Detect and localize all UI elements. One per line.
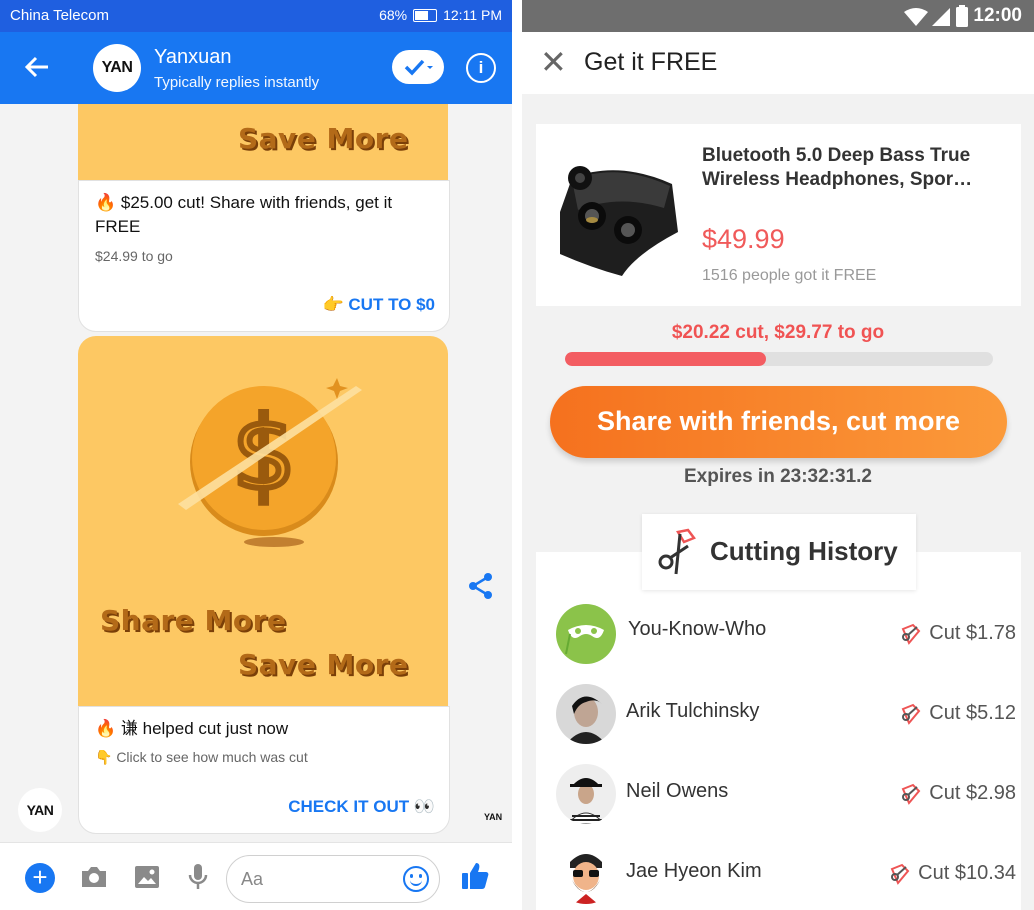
promo-text-share: Share More [100,604,287,637]
avatar [556,844,616,904]
battery-icon [413,8,438,22]
get-it-free-screen: 12:00 ✕ Get it FREE Bluetooth 5.0 Deep B… [522,0,1034,910]
message-card-2[interactable]: 🔥 谦 helped cut just now 👇 Click to see h… [78,706,450,834]
message-card-1[interactable]: 🔥 $25.00 cut! Share with friends, get it… [78,180,450,332]
close-icon[interactable]: ✕ [540,46,567,78]
status-time: 12:00 [973,5,1022,26]
share-cut-more-button[interactable]: Share with friends, cut more [550,386,1007,458]
battery-icon [956,5,968,27]
expires-timer: Expires in 23:32:31.2 [684,466,872,487]
message-input[interactable]: Aa [226,855,440,903]
battery-percent: 68% [379,7,408,23]
check-it-out-button[interactable]: CHECK IT OUT 👀 [288,797,435,817]
carrier-label: China Telecom [10,7,109,24]
scissors-tag-icon [901,783,921,805]
avatar [556,764,616,824]
cut-amount: Cut $5.12 [899,702,1016,725]
camera-icon[interactable] [80,865,108,889]
done-check-button[interactable] [392,50,444,84]
scissors-tag-icon [901,623,921,645]
plus-icon[interactable]: + [25,863,55,893]
list-item[interactable]: You-Know-Who Cut $1.78 [556,604,1016,674]
list-item[interactable]: Neil Owens Cut $2.98 [556,764,1016,834]
progress-label: $20.22 cut, $29.77 to go [671,322,885,343]
cut-amount: Cut $10.34 [888,862,1016,885]
status-icons: 68% 12:11 PM [379,7,502,23]
cutter-name: Arik Tulchinsky [626,700,760,722]
promo-banner-top[interactable]: Save More [78,104,448,180]
cutting-history-list: You-Know-Who Cut $1.78 Arik Tulchinsky C… [536,552,1021,910]
people-count: 1516 people got it FREE [702,267,877,284]
promo-text-save: Save More [238,648,409,681]
cut-amount: Cut $2.98 [899,782,1016,805]
page-title: Get it FREE [584,48,718,76]
microphone-icon[interactable] [188,863,208,891]
status-time: 12:11 PM [443,7,502,23]
chat-name[interactable]: Yanxuan [154,46,231,69]
cutter-name: You-Know-Who [628,618,767,640]
status-bar: China Telecom 68% 12:11 PM [0,0,512,32]
page-avatar[interactable]: YAN [93,44,141,92]
share-icon[interactable] [468,572,494,605]
bot-avatar[interactable]: YAN [18,788,62,832]
emoji-icon[interactable] [403,866,429,892]
chat-subtitle: Typically replies instantly [154,74,320,91]
card-title: 🔥 谦 helped cut just now [95,719,289,738]
list-item[interactable]: Arik Tulchinsky Cut $5.12 [556,684,1016,754]
messenger-screen: China Telecom 68% 12:11 PM YAN Yanxuan T… [0,0,512,910]
message-placeholder: Aa [241,869,264,889]
back-arrow-icon[interactable] [22,52,52,82]
scissors-tag-icon [901,703,921,725]
product-card[interactable]: Bluetooth 5.0 Deep Bass True Wireless He… [536,124,1021,306]
cutter-name: Neil Owens [626,780,729,802]
avatar [556,684,616,744]
composer-bar: + Aa [0,842,512,910]
card-title: 🔥 $25.00 cut! Share with friends, get it… [95,193,393,236]
chat-header: YAN Yanxuan Typically replies instantly … [0,32,512,104]
gallery-icon[interactable] [134,865,160,889]
progress-fill [565,352,767,366]
promo-banner[interactable]: $ Share More Save More [78,336,448,706]
card-subtitle: $24.99 to go [95,248,173,264]
list-item[interactable]: Jae Hyeon Kim Cut $10.34 [556,844,1016,910]
thumbs-up-icon[interactable] [460,861,490,891]
scissors-flag-icon [658,528,696,575]
product-image[interactable] [552,150,684,282]
scissors-tag-icon [890,863,910,885]
cutter-name: Jae Hyeon Kim [626,860,762,882]
coin-icon: $ [178,378,362,547]
promo-text-save: Save More [238,122,409,155]
product-price: $49.99 [702,224,785,254]
cutting-history-title: Cutting History [710,536,898,566]
product-name[interactable]: Bluetooth 5.0 Deep Bass True Wireless He… [702,144,1002,192]
status-bar: 12:00 [522,0,1034,32]
seen-avatar: YAN [484,812,503,822]
cut-to-zero-button[interactable]: 👉 CUT TO $0 [323,295,435,315]
progress-bar [565,352,993,366]
avatar [556,604,616,664]
info-icon[interactable]: i [466,53,496,83]
cutting-history-header: Cutting History [642,514,916,590]
app-bar: ✕ Get it FREE [522,32,1034,94]
card-subtitle: 👇 Click to see how much was cut [95,749,308,765]
cut-amount: Cut $1.78 [899,622,1016,645]
